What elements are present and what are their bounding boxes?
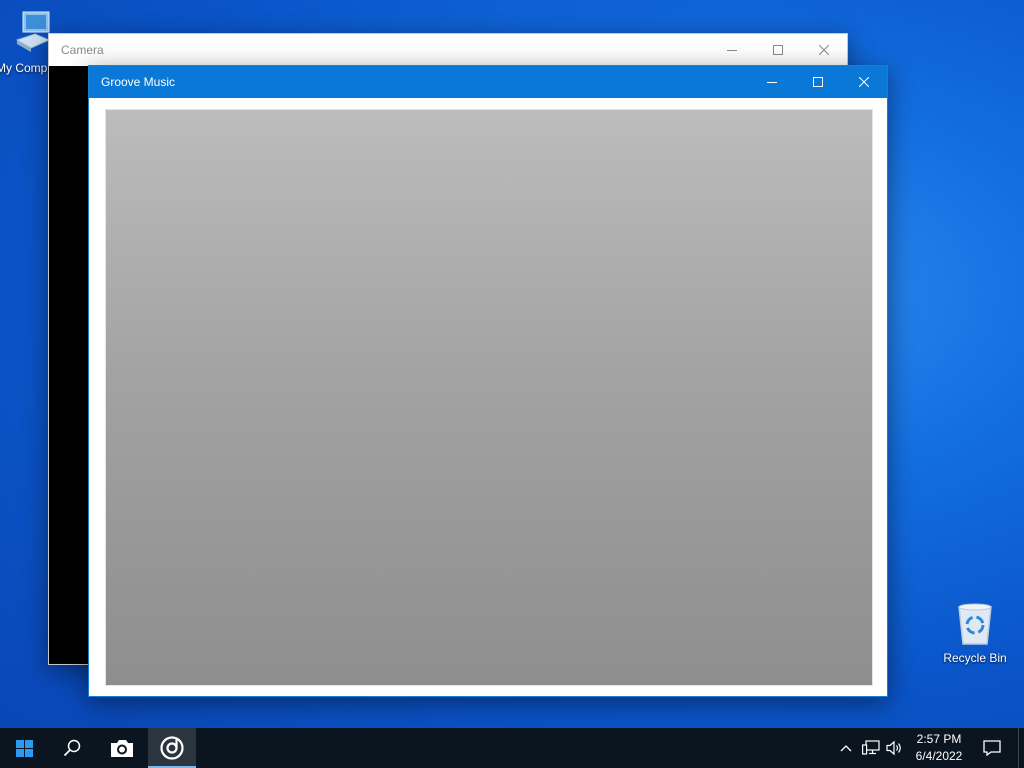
groove-titlebar[interactable]: Groove Music: [89, 66, 887, 98]
action-center-button[interactable]: [978, 728, 1006, 768]
close-icon: [819, 45, 829, 55]
minimize-icon: [767, 82, 777, 83]
show-hidden-icons-button[interactable]: [836, 728, 856, 768]
groove-music-window[interactable]: Groove Music: [88, 65, 888, 697]
camera-titlebar[interactable]: Camera: [49, 34, 847, 66]
taskbar: 2:57 PM 6/4/2022: [0, 728, 1024, 768]
windows-logo-icon: [15, 739, 33, 757]
maximize-button[interactable]: [755, 34, 801, 66]
camera-icon: [111, 740, 133, 757]
search-button[interactable]: [48, 728, 96, 768]
volume-icon: [886, 740, 901, 756]
action-center-icon: [983, 740, 1001, 756]
taskbar-app-camera[interactable]: [98, 728, 146, 768]
taskbar-app-groove-music[interactable]: [148, 728, 196, 768]
minimize-button[interactable]: [749, 66, 795, 98]
close-button[interactable]: [801, 34, 847, 66]
start-button[interactable]: [0, 728, 48, 768]
desktop-icon-recycle-bin[interactable]: Recycle Bin: [937, 602, 1013, 665]
chevron-up-icon: [840, 745, 852, 752]
recycle-bin-icon: [937, 602, 1013, 649]
close-icon: [859, 77, 869, 87]
volume-button[interactable]: [884, 728, 906, 768]
desktop-icon-label: Recycle Bin: [943, 651, 1007, 665]
minimize-icon: [727, 50, 737, 51]
clock-time: 2:57 PM: [916, 732, 962, 746]
clock-date: 6/4/2022: [915, 749, 963, 763]
show-desktop-button[interactable]: [1018, 728, 1024, 768]
taskbar-clock[interactable]: 2:57 PM 6/4/2022: [906, 728, 972, 768]
minimize-button[interactable]: [709, 34, 755, 66]
window-title: Camera: [61, 43, 104, 57]
maximize-button[interactable]: [795, 66, 841, 98]
maximize-icon: [773, 45, 783, 55]
search-icon: [63, 739, 81, 757]
desktop: My Computer Recycle Bin Camera Groove Mu…: [0, 0, 1024, 728]
network-icon: [862, 740, 880, 755]
close-button[interactable]: [841, 66, 887, 98]
network-button[interactable]: [858, 728, 884, 768]
groove-content-area: [105, 109, 873, 686]
window-title: Groove Music: [101, 75, 176, 89]
groove-music-icon: [160, 736, 184, 760]
maximize-icon: [813, 77, 823, 87]
